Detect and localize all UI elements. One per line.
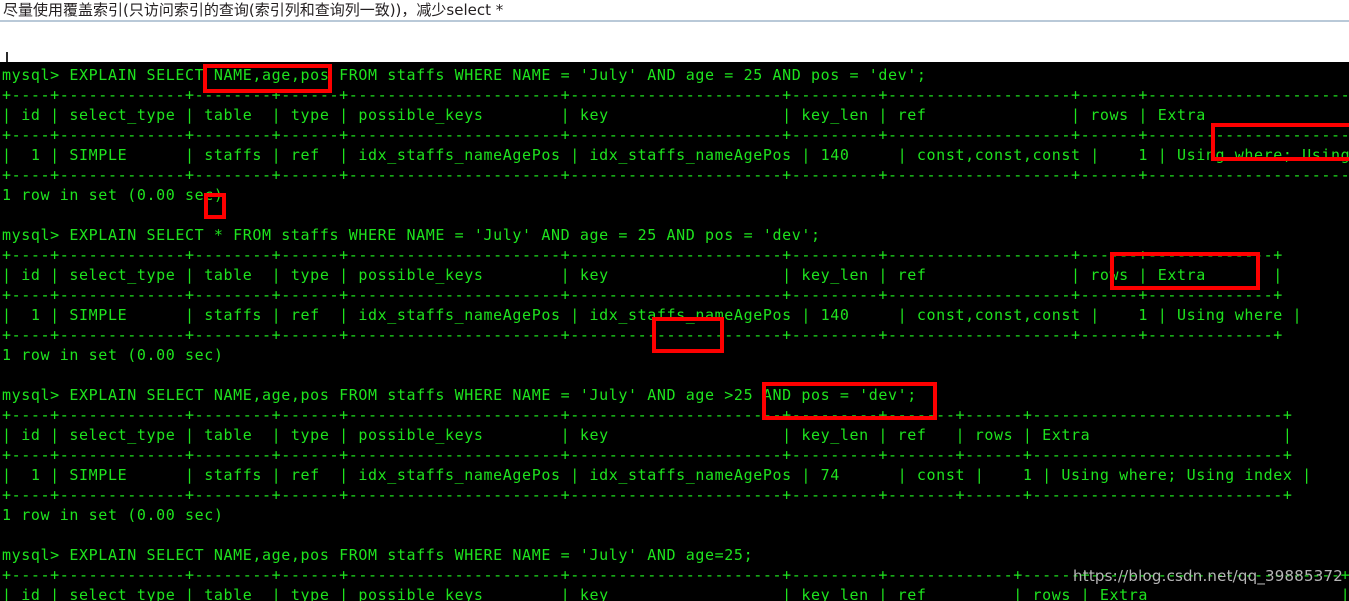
coverage-index-note: 尽量使用覆盖索引(只访问索引的查询(索引列和查询列一致))，减少select * — [3, 1, 504, 19]
terminal-line: | id | select_type | table | type | poss… — [2, 586, 1349, 601]
terminal-line: +----+-------------+--------+------+----… — [2, 246, 1283, 264]
terminal-line: | id | select_type | table | type | poss… — [2, 266, 1283, 284]
mysql-terminal[interactable]: mysql> EXPLAIN SELECT NAME,age,pos FROM … — [0, 62, 1349, 601]
terminal-line: +----+-------------+--------+------+----… — [2, 86, 1349, 104]
terminal-line: mysql> EXPLAIN SELECT * FROM staffs WHER… — [2, 226, 821, 244]
terminal-line: | id | select_type | table | type | poss… — [2, 426, 1293, 444]
terminal-line: +----+-------------+--------+------+----… — [2, 486, 1293, 504]
terminal-line: mysql> EXPLAIN SELECT NAME,age,pos FROM … — [2, 546, 754, 564]
terminal-line: | 1 | SIMPLE | staffs | ref | idx_staffs… — [2, 306, 1303, 324]
terminal-line: 1 row in set (0.00 sec) — [2, 186, 224, 204]
note-band: 尽量使用覆盖索引(只访问索引的查询(索引列和查询列一致))，减少select * — [0, 0, 1349, 22]
terminal-line: 1 row in set (0.00 sec) — [2, 506, 224, 524]
terminal-line: +----+-------------+--------+------+----… — [2, 446, 1293, 464]
terminal-line: | 1 | SIMPLE | staffs | ref | idx_staffs… — [2, 466, 1312, 484]
terminal-line: +----+-------------+--------+------+----… — [2, 326, 1283, 344]
terminal-line: | 1 | SIMPLE | staffs | ref | idx_staffs… — [2, 146, 1349, 164]
terminal-line: | id | select_type | table | type | poss… — [2, 106, 1349, 124]
terminal-line: mysql> EXPLAIN SELECT NAME,age,pos FROM … — [2, 66, 927, 84]
note-gap — [0, 22, 1349, 72]
terminal-line: +----+-------------+--------+------+----… — [2, 406, 1293, 424]
screenshot-root: 尽量使用覆盖索引(只访问索引的查询(索引列和查询列一致))，减少select *… — [0, 0, 1349, 601]
csdn-watermark: https://blog.csdn.net/qq_39885372 — [1073, 567, 1343, 585]
terminal-line: mysql> EXPLAIN SELECT NAME,age,pos FROM … — [2, 386, 917, 404]
terminal-line: +----+-------------+--------+------+----… — [2, 126, 1349, 144]
terminal-line: 1 row in set (0.00 sec) — [2, 346, 224, 364]
terminal-line: +----+-------------+--------+------+----… — [2, 286, 1283, 304]
terminal-line: +----+-------------+--------+------+----… — [2, 166, 1349, 184]
terminal-output: mysql> EXPLAIN SELECT NAME,age,pos FROM … — [0, 62, 1349, 601]
